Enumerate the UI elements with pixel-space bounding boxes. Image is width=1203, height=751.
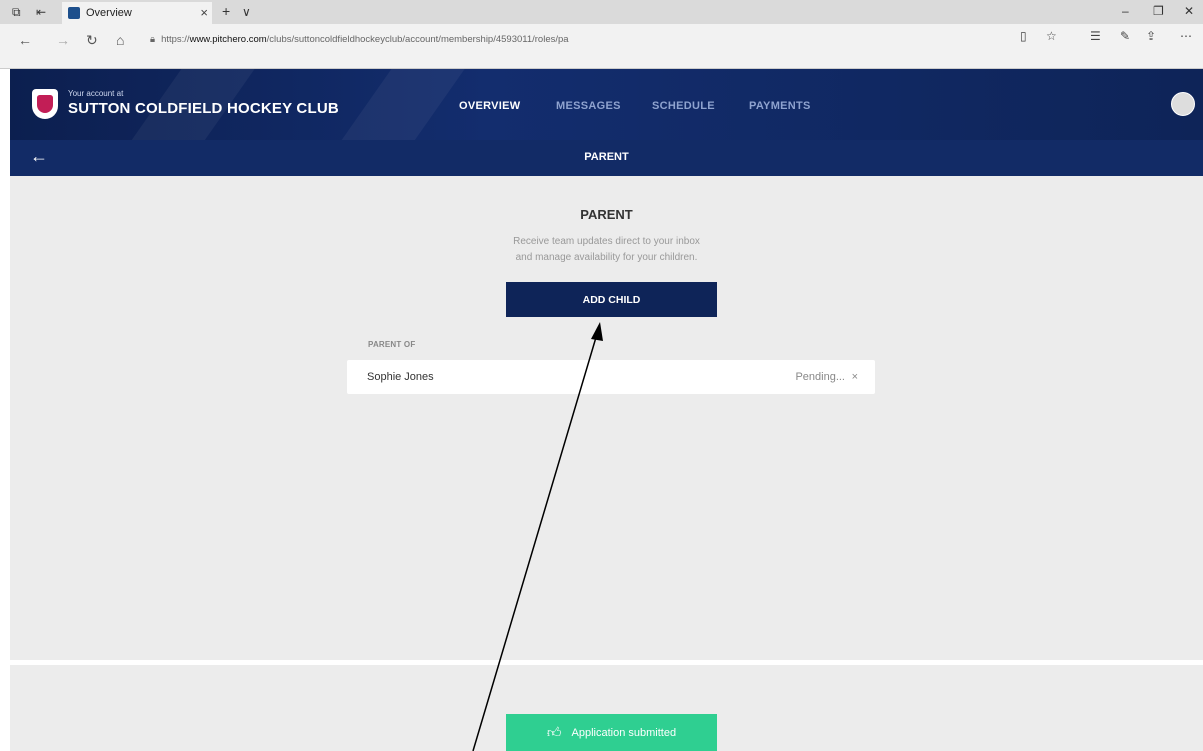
remove-child-icon[interactable]: × [852, 371, 858, 383]
url-domain: www.pitchero.com [189, 33, 267, 45]
parent-of-label: PARENT OF [368, 340, 416, 349]
description-line-1: Receive team updates direct to your inbo… [513, 236, 700, 247]
nav-payments[interactable]: PAYMENTS [749, 100, 811, 112]
nav-schedule[interactable]: SCHEDULE [652, 100, 715, 112]
restore-icon[interactable]: ❐ [1153, 4, 1164, 18]
home-icon[interactable]: ⌂ [116, 32, 124, 48]
club-name[interactable]: SUTTON COLDFIELD HOCKEY CLUB [68, 100, 339, 117]
main-content: PARENT Receive team updates direct to yo… [10, 176, 1203, 660]
reading-view-icon[interactable]: ▯ [1020, 29, 1027, 43]
url-prefix: https:// [161, 33, 190, 45]
forward-icon[interactable]: → [56, 32, 70, 48]
thumbs-up-icon: 👍︎ [546, 724, 562, 740]
favorites-list-icon[interactable]: ☰ [1090, 29, 1101, 43]
add-child-button[interactable]: ADD CHILD [506, 282, 717, 317]
description-line-2: and manage availability for your childre… [515, 252, 698, 263]
page-title: PARENT [580, 207, 633, 222]
sub-navigation-bar: ← PARENT [10, 140, 1203, 176]
club-crest-icon[interactable] [32, 89, 58, 119]
application-submitted-toast: 👍︎ Application submitted [506, 714, 717, 751]
nav-overview[interactable]: OVERVIEW [459, 100, 521, 112]
header-decor-stripe [318, 69, 482, 140]
nav-messages[interactable]: MESSAGES [556, 100, 621, 112]
browser-tab[interactable]: Overview × [62, 2, 212, 24]
tab-actions-icon[interactable]: ⧉ [12, 5, 21, 20]
refresh-icon[interactable]: ↻ [86, 32, 98, 49]
lock-icon: 🔒︎ [150, 33, 156, 45]
pen-icon[interactable]: ✎ [1120, 29, 1130, 43]
child-name: Sophie Jones [367, 371, 434, 383]
more-icon[interactable]: ⋯ [1180, 29, 1192, 43]
minimize-icon[interactable]: – [1122, 4, 1129, 18]
share-icon[interactable]: ⇪ [1146, 29, 1156, 43]
pitchero-favicon-icon [68, 7, 80, 19]
account-label: Your account at [68, 89, 124, 98]
back-icon[interactable]: ← [18, 32, 32, 48]
browser-tab-bar: ⧉ ⇤ Overview × + ∨ – ❐ ✕ [0, 0, 1203, 24]
avatar[interactable] [1171, 92, 1195, 116]
subbar-title: PARENT [584, 151, 629, 163]
url-field[interactable]: 🔒︎ https://www.pitchero.com/clubs/sutton… [150, 30, 1020, 48]
status-badge: Pending... [795, 371, 845, 383]
favorite-star-icon[interactable]: ☆ [1046, 29, 1057, 43]
tab-title: Overview [86, 7, 132, 19]
window-close-icon[interactable]: ✕ [1184, 4, 1194, 18]
site-header: Your account at SUTTON COLDFIELD HOCKEY … [10, 69, 1203, 140]
address-bar: ← → ↻ ⌂ 🔒︎ https://www.pitchero.com/club… [0, 24, 1203, 69]
toast-text: Application submitted [571, 726, 677, 739]
footer-area: 👍︎ Application submitted [10, 665, 1203, 751]
url-path: /clubs/suttoncoldfieldhockeyclub/account… [266, 33, 569, 45]
set-aside-tabs-icon[interactable]: ⇤ [36, 5, 46, 19]
new-tab-icon[interactable]: + [222, 3, 230, 19]
role-description: Receive team updates direct to your inbo… [10, 234, 1203, 266]
tab-close-icon[interactable]: × [200, 5, 208, 20]
tab-menu-chevron-icon[interactable]: ∨ [242, 5, 251, 19]
list-item[interactable]: Sophie Jones Pending... × [347, 360, 875, 394]
